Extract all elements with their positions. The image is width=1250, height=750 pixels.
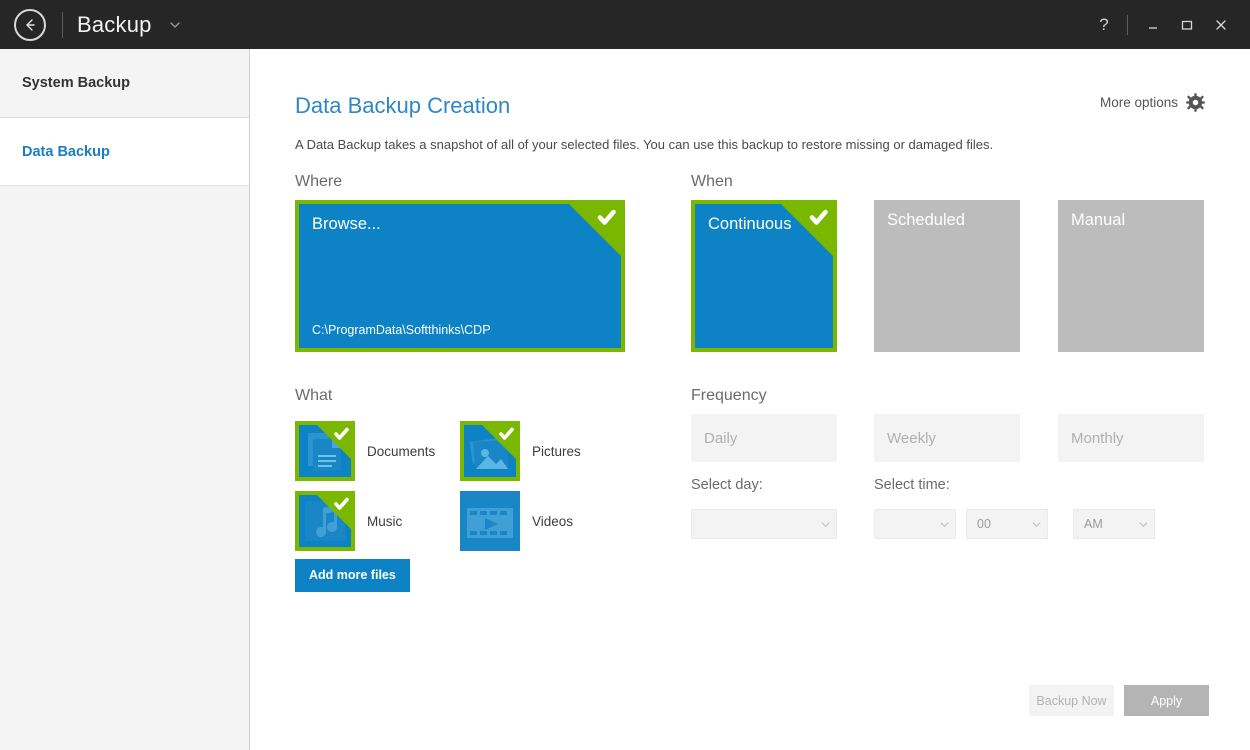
page-title: Data Backup Creation [295,93,511,118]
frequency-option-daily[interactable]: Daily [691,414,837,462]
app-title: Backup [77,11,152,37]
backup-now-button[interactable]: Backup Now [1029,685,1114,716]
when-option-label: Manual [1071,211,1126,229]
title-divider [62,11,63,38]
backup-app-window: Backup ? System Backup Data Backup Data … [0,0,1250,750]
sidebar-item-label: Data Backup [22,143,110,160]
maximize-icon [1181,20,1193,30]
gear-icon [1186,93,1205,112]
sidebar-item-system-backup[interactable]: System Backup [0,49,249,118]
frequency-section: Frequency Daily Weekly Monthly Select da… [251,387,1250,637]
apply-button[interactable]: Apply [1124,685,1209,716]
minimize-button[interactable] [1136,0,1170,49]
where-tile-title: Browse... [312,215,381,233]
select-time-label: Select time: [874,477,950,493]
where-tile-path: C:\ProgramData\Softthinks\CDP [312,323,491,337]
sidebar-item-label: System Backup [22,75,130,91]
select-day-dropdown[interactable] [691,509,837,539]
select-ampm-dropdown[interactable]: AM [1073,509,1155,539]
help-button[interactable]: ? [1087,0,1121,49]
more-options-label: More options [1099,95,1178,110]
check-badge-icon [569,204,621,256]
footer-actions: Backup Now Apply [251,660,1250,750]
chevron-down-icon [933,520,955,529]
window-controls: ? [1087,0,1250,49]
controls-divider [1127,14,1128,35]
when-option-scheduled[interactable]: Scheduled [874,200,1020,352]
main-content: Data Backup Creation More options A Data… [251,49,1250,750]
chevron-down-icon [1025,520,1047,529]
select-minute-dropdown[interactable]: 00 [966,509,1048,539]
select-ampm-value: AM [1084,517,1103,531]
close-icon [1216,19,1226,30]
select-day-label: Select day: [691,477,763,493]
close-button[interactable] [1204,0,1238,49]
frequency-label: Frequency [691,387,767,404]
check-badge-icon [781,204,833,256]
when-label: When [691,173,733,190]
frequency-option-weekly[interactable]: Weekly [874,414,1020,462]
frequency-option-monthly[interactable]: Monthly [1058,414,1204,462]
back-button[interactable] [14,8,46,41]
where-when-section: Where When Browse... C:\ProgramData\Soft… [251,173,1250,403]
frequency-option-label: Monthly [1071,429,1124,447]
select-minute-value: 00 [977,517,991,531]
when-option-manual[interactable]: Manual [1058,200,1204,352]
select-hour-dropdown[interactable] [874,509,956,539]
sidebar: System Backup Data Backup [0,49,250,750]
chevron-down-icon [1132,520,1154,529]
title-bar: Backup ? [0,0,1250,49]
back-arrow-icon [26,18,35,31]
when-option-continuous[interactable]: Continuous [691,200,837,352]
chevron-down-icon[interactable] [168,18,182,32]
sidebar-item-data-backup[interactable]: Data Backup [0,118,249,186]
frequency-option-label: Daily [704,429,738,447]
frequency-option-label: Weekly [887,429,936,447]
where-browse-tile[interactable]: Browse... C:\ProgramData\Softthinks\CDP [295,200,625,352]
when-option-label: Scheduled [887,211,965,229]
minimize-icon [1149,26,1157,29]
chevron-down-icon [814,520,836,529]
more-options-button[interactable]: More options [1100,93,1205,112]
page-description: A Data Backup takes a snapshot of all of… [295,137,994,152]
maximize-button[interactable] [1170,0,1204,49]
when-option-label: Continuous [708,215,792,233]
where-label: Where [295,173,343,190]
